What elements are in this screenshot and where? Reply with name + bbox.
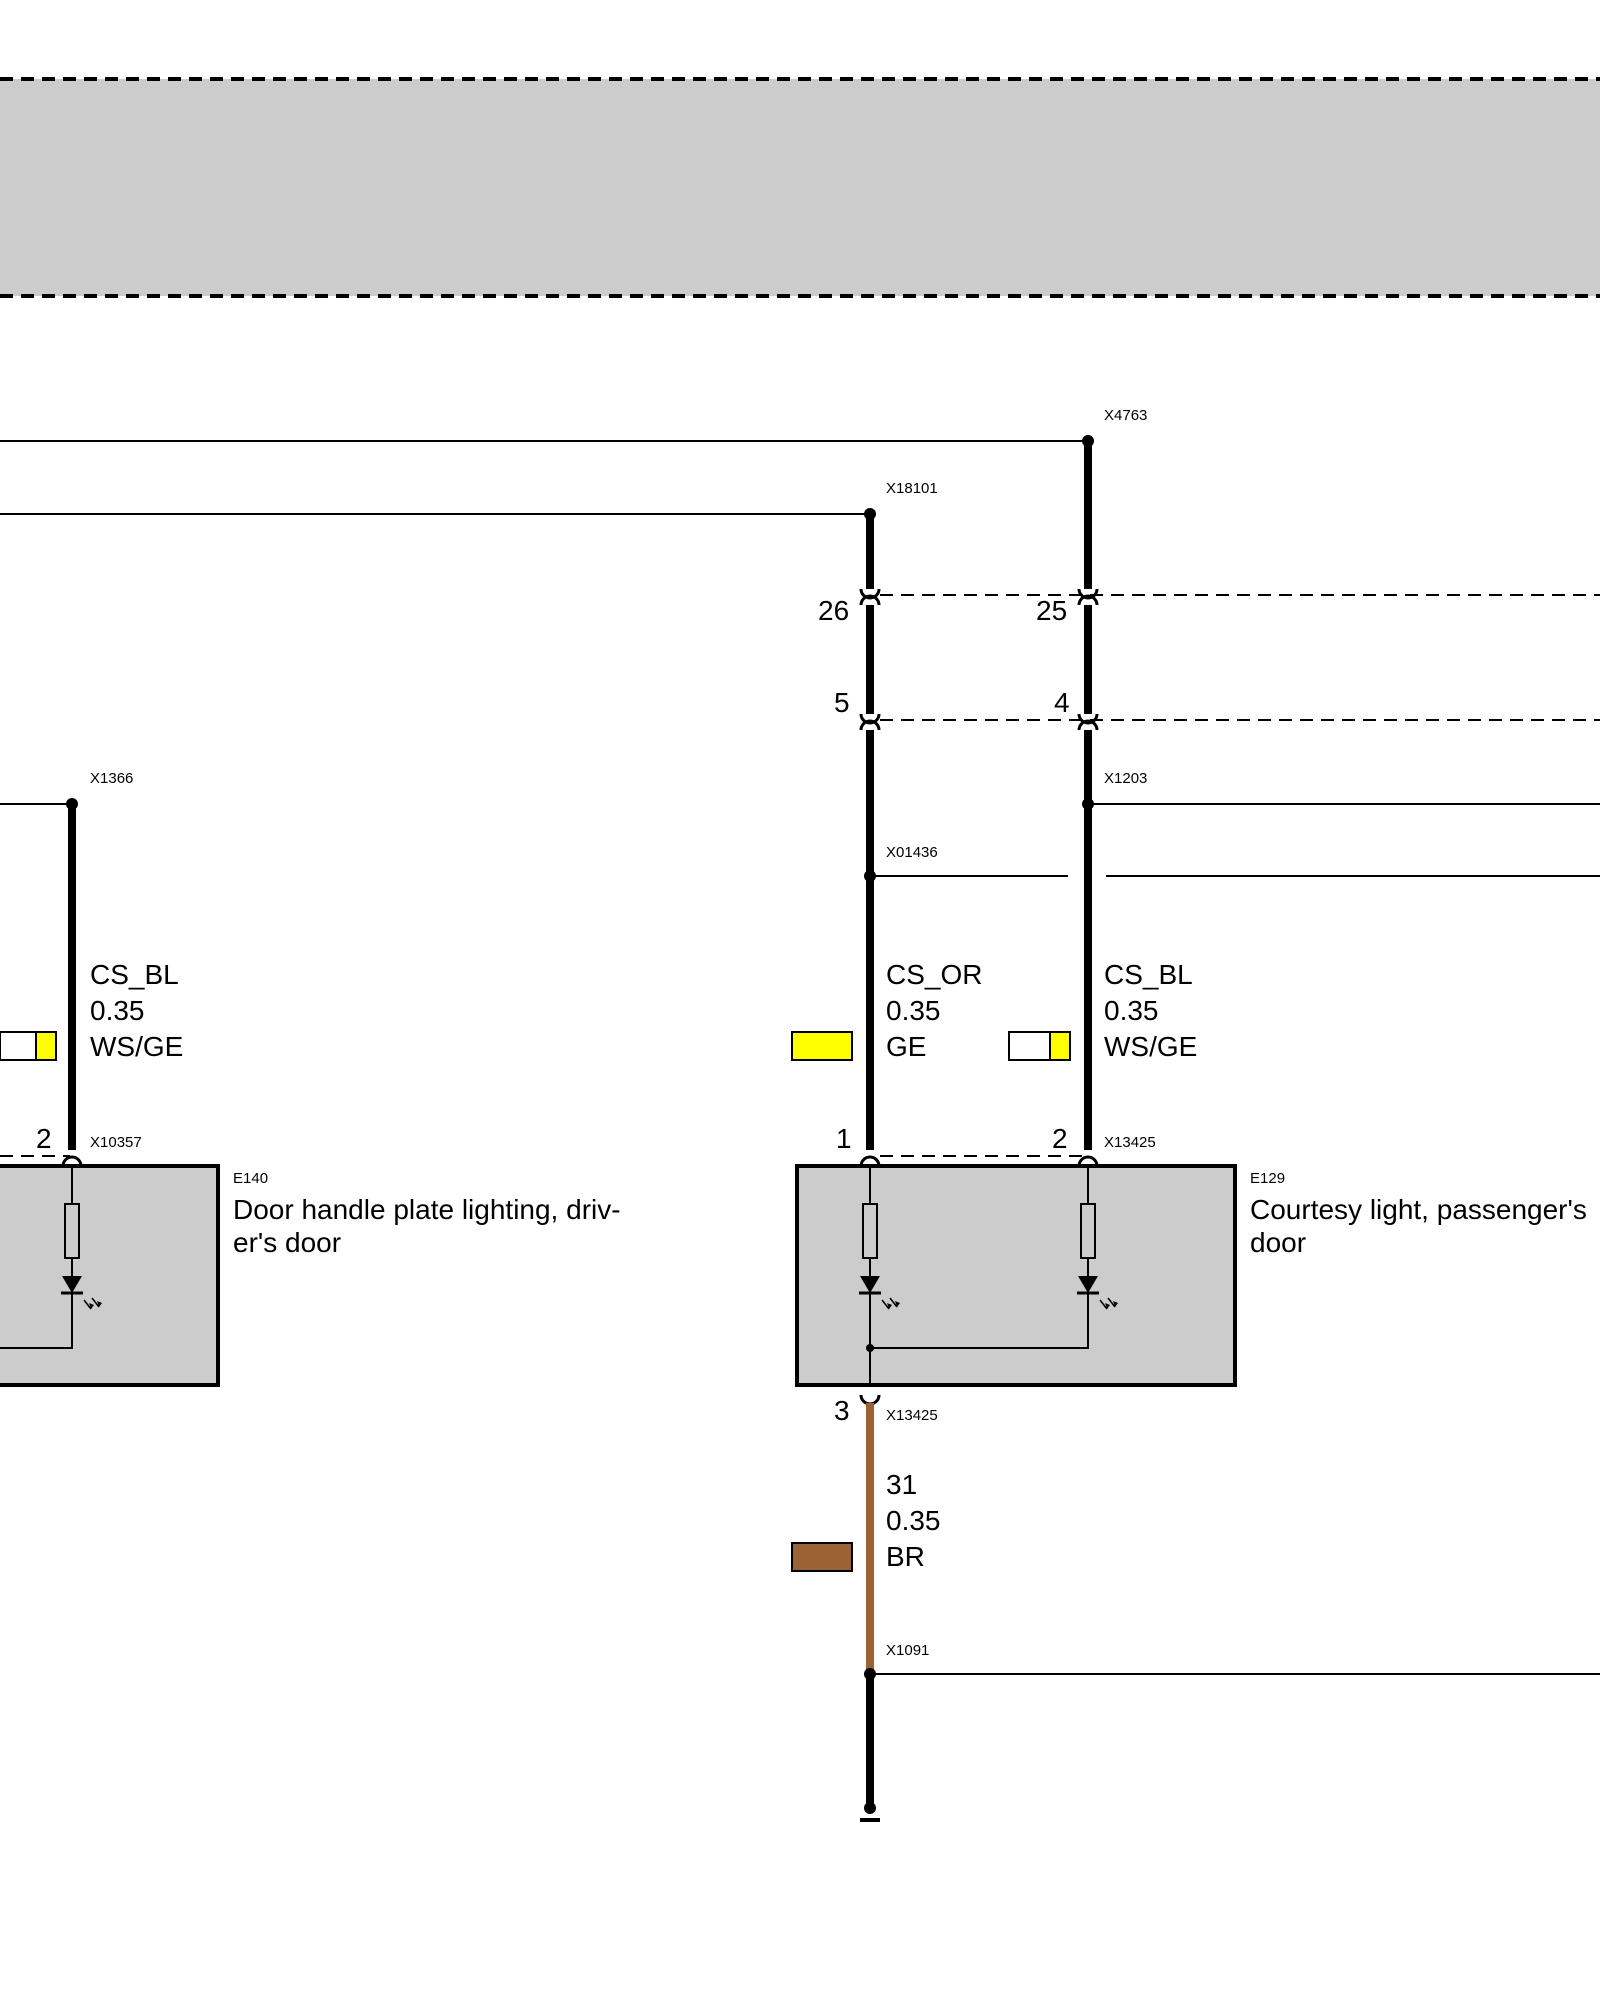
swatch-right-white <box>1008 1031 1051 1061</box>
connector-label-x18101: X18101 <box>886 480 938 497</box>
pin-number-5: 5 <box>834 687 850 718</box>
wire-ground-signal: 31 <box>886 1469 917 1500</box>
component-e129[interactable] <box>795 1164 1237 1387</box>
wire-mid-color: GE <box>886 1031 926 1062</box>
connector-label-x13425-top: X13425 <box>1104 1134 1156 1151</box>
connector-label-x1203: X1203 <box>1104 770 1147 787</box>
pin-hook-5-bottom <box>859 719 881 731</box>
splice-x18101 <box>864 508 876 520</box>
wire-right-color: WS/GE <box>1104 1031 1197 1062</box>
component-name-e129-line2: door <box>1250 1227 1306 1258</box>
wire-left-signal: CS_BL <box>90 959 179 990</box>
splice-x1366 <box>66 798 78 810</box>
pin-hook-26-bottom <box>859 594 881 606</box>
wire-left-color: WS/GE <box>90 1031 183 1062</box>
splice-x1203 <box>1082 798 1094 810</box>
pin-number-e140-2: 2 <box>36 1123 52 1154</box>
swatch-ground-brown <box>791 1542 853 1572</box>
wire-ground-gauge: 0.35 <box>886 1505 941 1536</box>
connector-label-x01436: X01436 <box>886 844 938 861</box>
component-id-e129: E129 <box>1250 1170 1285 1187</box>
connector-label-x10357: X10357 <box>90 1134 142 1151</box>
pin-hook-4-bottom <box>1077 719 1099 731</box>
wire-ground-color: BR <box>886 1541 925 1572</box>
component-name-e140-line1: Door handle plate lighting, driv- <box>233 1194 621 1225</box>
splice-x4763 <box>1082 435 1094 447</box>
component-e140[interactable] <box>0 1164 220 1387</box>
swatch-left-white <box>0 1031 37 1061</box>
wire-right-gauge: 0.35 <box>1104 995 1159 1026</box>
wire-mid-gauge: 0.35 <box>886 995 941 1026</box>
pin-number-4: 4 <box>1054 687 1070 718</box>
pin-number-e129-2: 2 <box>1052 1123 1068 1154</box>
upper-module-band <box>0 79 1600 296</box>
pin-number-26: 26 <box>818 595 849 626</box>
pin-number-e129-3: 3 <box>834 1395 850 1426</box>
component-name-e140-line2: er's door <box>233 1227 341 1258</box>
connector-label-x1366: X1366 <box>90 770 133 787</box>
wiring-diagram: X4763 X18101 X1366 X1203 X01436 X10357 X… <box>0 77 1600 1822</box>
wire-mid-signal: CS_OR <box>886 959 982 990</box>
swatch-left-yellow <box>35 1031 57 1061</box>
wire-left-gauge: 0.35 <box>90 995 145 1026</box>
splice-x01436 <box>864 870 876 882</box>
component-name-e129-line1: Courtesy light, passenger's <box>1250 1194 1587 1225</box>
swatch-right-yellow <box>1049 1031 1071 1061</box>
ground-point <box>864 1802 876 1814</box>
pin-number-25: 25 <box>1036 595 1067 626</box>
connector-label-x1091: X1091 <box>886 1642 929 1659</box>
wire-right-signal: CS_BL <box>1104 959 1193 990</box>
pin-hook-e129-3 <box>859 1394 881 1406</box>
swatch-mid-yellow <box>791 1031 853 1061</box>
pin-number-e129-1: 1 <box>836 1123 852 1154</box>
connector-label-x4763: X4763 <box>1104 407 1147 424</box>
connector-label-x13425-bottom: X13425 <box>886 1407 938 1424</box>
component-id-e140: E140 <box>233 1170 268 1187</box>
pin-hook-25-bottom <box>1077 594 1099 606</box>
e129-internal-junction <box>866 1344 874 1352</box>
